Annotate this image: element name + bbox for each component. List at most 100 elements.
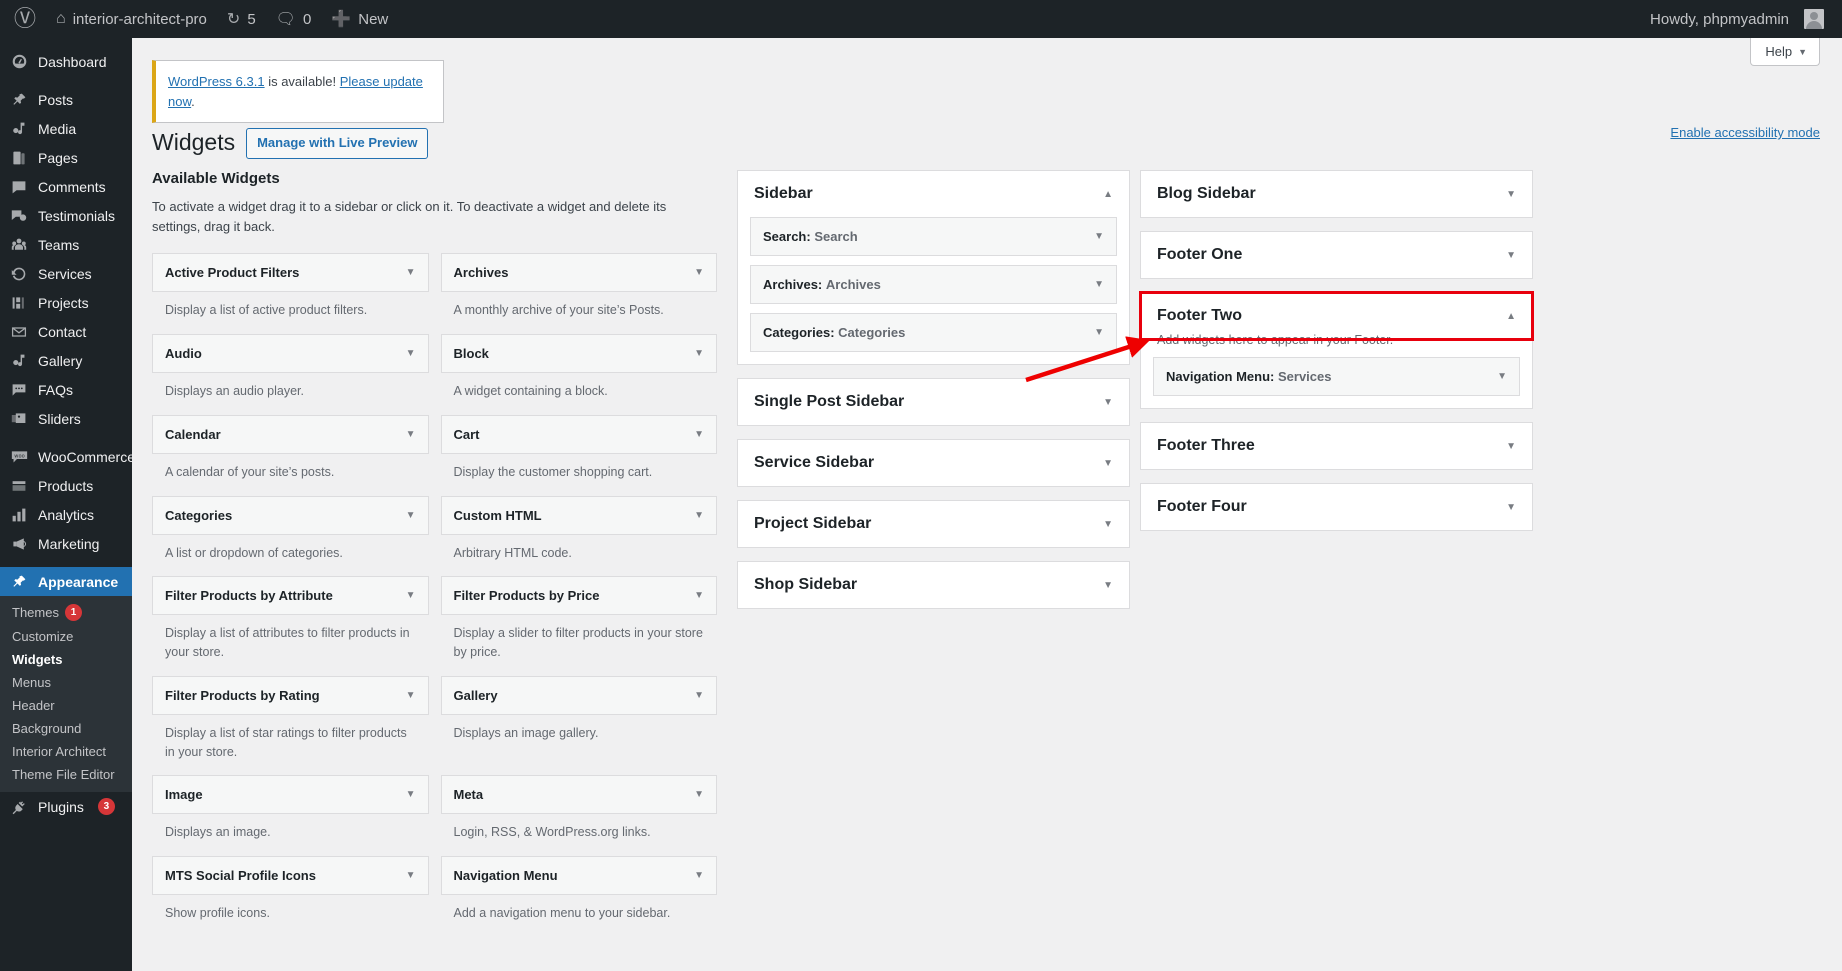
sidebar-panel-header[interactable]: Single Post Sidebar ▼ bbox=[738, 379, 1129, 425]
submenu-item-theme-file-editor[interactable]: Theme File Editor bbox=[0, 763, 132, 786]
sidebar-item-dashboard[interactable]: Dashboard bbox=[0, 47, 132, 76]
chevron-down-icon[interactable]: ▼ bbox=[694, 870, 704, 881]
chevron-down-icon[interactable]: ▼ bbox=[1103, 519, 1113, 530]
available-widget-box[interactable]: Cart ▼ bbox=[440, 414, 717, 454]
available-widget-box[interactable]: MTS Social Profile Icons ▼ bbox=[152, 856, 429, 896]
comments-link[interactable]: 🗨 0 bbox=[266, 0, 322, 38]
sidebar-item-contact[interactable]: Contact bbox=[0, 317, 132, 346]
wordpress-version-link[interactable]: WordPress 6.3.1 bbox=[168, 74, 265, 89]
submenu-item-customize[interactable]: Customize bbox=[0, 625, 132, 648]
sidebar-item-appearance[interactable]: Appearance bbox=[0, 567, 132, 596]
chevron-down-icon[interactable]: ▼ bbox=[406, 348, 416, 359]
chevron-down-icon[interactable]: ▼ bbox=[1103, 397, 1113, 408]
available-widget-box[interactable]: Block ▼ bbox=[440, 334, 717, 374]
sidebar-item-testimonials[interactable]: Testimonials bbox=[0, 201, 132, 230]
available-widget-box[interactable]: Categories ▼ bbox=[152, 495, 429, 535]
available-widget-box[interactable]: Gallery ▼ bbox=[440, 675, 717, 715]
available-widget-box[interactable]: Filter Products by Price ▼ bbox=[440, 576, 717, 616]
new-content-link[interactable]: ➕ New bbox=[321, 0, 398, 38]
sidebar-panel-header[interactable]: Footer One ▼ bbox=[1141, 232, 1532, 278]
sidebar-item-projects[interactable]: Projects bbox=[0, 288, 132, 317]
sidebar-item-marketing[interactable]: Marketing bbox=[0, 529, 132, 558]
help-toggle-button[interactable]: Help ▼ bbox=[1750, 38, 1820, 66]
available-widget-box[interactable]: Image ▼ bbox=[152, 775, 429, 815]
chevron-down-icon[interactable]: ▼ bbox=[694, 690, 704, 701]
chevron-down-icon[interactable]: ▼ bbox=[406, 789, 416, 800]
sidebar-panel-header[interactable]: Footer Two ▲ bbox=[1139, 291, 1534, 341]
chevron-down-icon[interactable]: ▼ bbox=[1103, 458, 1113, 469]
chevron-down-icon[interactable]: ▼ bbox=[694, 510, 704, 521]
sidebar-item-services[interactable]: Services bbox=[0, 259, 132, 288]
sidebar-panel-header[interactable]: Blog Sidebar ▼ bbox=[1141, 171, 1532, 217]
assigned-widget[interactable]: Archives: Archives ▼ bbox=[750, 265, 1117, 304]
available-widget-box[interactable]: Audio ▼ bbox=[152, 334, 429, 374]
sidebar-panel-header[interactable]: Project Sidebar ▼ bbox=[738, 501, 1129, 547]
sidebar-item-media[interactable]: Media bbox=[0, 114, 132, 143]
chevron-down-icon[interactable]: ▼ bbox=[1506, 189, 1516, 200]
chevron-down-icon[interactable]: ▼ bbox=[1506, 250, 1516, 261]
wordpress-logo-button[interactable]: Ⓥ bbox=[4, 0, 46, 38]
available-widget-box[interactable]: Active Product Filters ▼ bbox=[152, 253, 429, 293]
sidebar-item-sliders[interactable]: Sliders bbox=[0, 404, 132, 433]
chevron-down-icon[interactable]: ▼ bbox=[406, 429, 416, 440]
chevron-down-icon[interactable]: ▼ bbox=[1103, 580, 1113, 591]
chevron-down-icon[interactable]: ▼ bbox=[406, 510, 416, 521]
sidebar-panel-header[interactable]: Sidebar ▲ bbox=[738, 171, 1129, 217]
chevron-down-icon[interactable]: ▼ bbox=[1506, 502, 1516, 513]
available-widget-box[interactable]: Meta ▼ bbox=[440, 775, 717, 815]
sidebar-item-products[interactable]: Products bbox=[0, 471, 132, 500]
submenu-item-background[interactable]: Background bbox=[0, 717, 132, 740]
chevron-down-icon[interactable]: ▼ bbox=[1497, 371, 1507, 382]
sidebar-item-posts[interactable]: Posts bbox=[0, 85, 132, 114]
sidebar-panel-header[interactable]: Service Sidebar ▼ bbox=[738, 440, 1129, 486]
chevron-down-icon[interactable]: ▼ bbox=[406, 870, 416, 881]
sidebar-item-label: Posts bbox=[38, 91, 74, 108]
chevron-up-icon[interactable]: ▲ bbox=[1103, 189, 1113, 200]
submenu-item-themes[interactable]: Themes 1 bbox=[0, 600, 132, 625]
chevron-down-icon[interactable]: ▼ bbox=[694, 590, 704, 601]
chevron-down-icon[interactable]: ▼ bbox=[694, 348, 704, 359]
chevron-down-icon[interactable]: ▼ bbox=[1094, 231, 1104, 242]
chevron-down-icon[interactable]: ▼ bbox=[1094, 327, 1104, 338]
chevron-down-icon[interactable]: ▼ bbox=[1094, 279, 1104, 290]
sidebar-item-label: Dashboard bbox=[38, 53, 107, 70]
sidebar-item-faqs[interactable]: FAQs bbox=[0, 375, 132, 404]
submenu-item-header[interactable]: Header bbox=[0, 694, 132, 717]
assigned-widget[interactable]: Search: Search ▼ bbox=[750, 217, 1117, 256]
updates-link[interactable]: ↻ 5 bbox=[217, 0, 266, 38]
available-widget-box[interactable]: Filter Products by Rating ▼ bbox=[152, 675, 429, 715]
submenu-item-menus[interactable]: Menus bbox=[0, 671, 132, 694]
chevron-down-icon[interactable]: ▼ bbox=[694, 429, 704, 440]
sidebar-panel-header[interactable]: Footer Three ▼ bbox=[1141, 423, 1532, 469]
chevron-down-icon[interactable]: ▼ bbox=[694, 789, 704, 800]
sidebar-item-teams[interactable]: Teams bbox=[0, 230, 132, 259]
enable-accessibility-mode-link[interactable]: Enable accessibility mode bbox=[1670, 125, 1820, 140]
sidebar-item-plugins[interactable]: Plugins 3 bbox=[0, 792, 132, 821]
sidebar-panel-header[interactable]: Footer Four ▼ bbox=[1141, 484, 1532, 530]
manage-with-live-preview-button[interactable]: Manage with Live Preview bbox=[246, 128, 429, 159]
available-widget-box[interactable]: Navigation Menu ▼ bbox=[440, 856, 717, 896]
sidebar-item-comments[interactable]: Comments bbox=[0, 172, 132, 201]
available-widget-box[interactable]: Custom HTML ▼ bbox=[440, 495, 717, 535]
chevron-down-icon[interactable]: ▼ bbox=[694, 267, 704, 278]
submenu-item-widgets[interactable]: Widgets bbox=[0, 648, 132, 671]
chevron-down-icon[interactable]: ▼ bbox=[1506, 441, 1516, 452]
available-widget-box[interactable]: Archives ▼ bbox=[440, 253, 717, 293]
assigned-widget[interactable]: Navigation Menu: Services ▼ bbox=[1153, 357, 1520, 396]
chevron-up-icon[interactable]: ▲ bbox=[1506, 311, 1516, 322]
submenu-item-interior-architect[interactable]: Interior Architect bbox=[0, 740, 132, 763]
my-account-link[interactable]: Howdy, phpmyadmin bbox=[1640, 0, 1834, 38]
sidebar-panel-header[interactable]: Shop Sidebar ▼ bbox=[738, 562, 1129, 608]
site-name-link[interactable]: ⌂ interior-architect-pro bbox=[46, 0, 217, 38]
sidebar-item-pages[interactable]: Pages bbox=[0, 143, 132, 172]
available-widget-box[interactable]: Calendar ▼ bbox=[152, 414, 429, 454]
chevron-down-icon[interactable]: ▼ bbox=[406, 590, 416, 601]
available-widget-box[interactable]: Filter Products by Attribute ▼ bbox=[152, 576, 429, 616]
assigned-widget[interactable]: Categories: Categories ▼ bbox=[750, 313, 1117, 352]
available-widgets-grid: Active Product Filters ▼ Display a list of… bbox=[152, 253, 717, 937]
sidebar-item-gallery[interactable]: Gallery bbox=[0, 346, 132, 375]
chevron-down-icon[interactable]: ▼ bbox=[406, 690, 416, 701]
sidebar-item-woocommerce[interactable]: woo WooCommerce bbox=[0, 442, 132, 471]
sidebar-item-analytics[interactable]: Analytics bbox=[0, 500, 132, 529]
chevron-down-icon[interactable]: ▼ bbox=[406, 267, 416, 278]
